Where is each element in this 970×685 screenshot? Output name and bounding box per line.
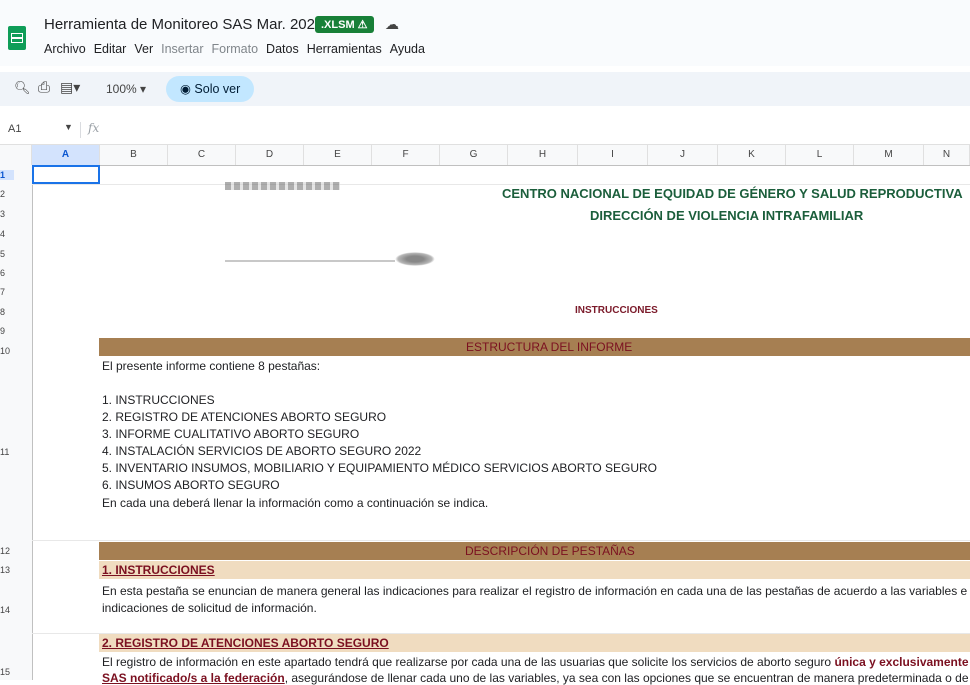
column-header[interactable]: E [304,145,372,165]
row-header[interactable]: 2 [0,189,12,199]
section-title: 2. REGISTRO DE ATENCIONES ABORTO SEGURO [102,636,389,650]
section-text: indicaciones de solicitud de información… [102,601,317,615]
xlsm-badge[interactable]: .XLSM ⚠ [315,16,374,33]
direction-heading: DIRECCIÓN DE VIOLENCIA INTRAFAMILIAR [590,208,864,223]
list-item: 6. INSUMOS ABORTO SEGURO [102,478,280,492]
solo-ver-label: Solo ver [194,82,241,96]
menu-ayuda[interactable]: Ayuda [390,42,425,56]
section-text-bold: SAS notificado/s a la federación [102,671,285,685]
app-header: Herramienta de Monitoreo SAS Mar. 2023 .… [0,0,970,66]
divider [80,122,81,138]
zoom-value: 100% [106,82,137,96]
section-text-bold: única y exclusivamente en el/lo [834,655,970,669]
row-header[interactable]: 4 [0,229,12,239]
column-header[interactable]: G [440,145,508,165]
select-all-corner[interactable] [0,145,32,165]
row-header[interactable]: 8 [0,307,12,317]
section-text: SAS notificado/s a la federación, asegur… [102,671,970,685]
section-registro: 2. REGISTRO DE ATENCIONES ABORTO SEGURO [99,634,970,652]
row-divider [32,184,970,185]
row-header[interactable]: 13 [0,565,12,575]
logo-line [225,260,395,262]
estructura-label: ESTRUCTURA DEL INFORME [466,340,633,354]
row-divider [32,540,970,541]
list-note: En cada una deberá llenar la información… [102,496,489,510]
sheets-logo-icon[interactable] [8,26,26,50]
column-header[interactable]: F [372,145,440,165]
row-header[interactable]: 14 [0,605,12,615]
eye-icon: ◉ [180,82,191,96]
menu-insertar[interactable]: Insertar [161,42,203,56]
menu-datos[interactable]: Datos [266,42,299,56]
column-header[interactable]: D [236,145,304,165]
solo-ver-button[interactable]: ◉ Solo ver [166,76,255,102]
list-item: 2. REGISTRO DE ATENCIONES ABORTO SEGURO [102,410,387,424]
row-header[interactable]: 15 [0,667,12,677]
column-header[interactable]: I [578,145,648,165]
section-text: El registro de información en este apart… [102,655,970,669]
row-header[interactable]: 7 [0,287,12,297]
descripcion-bar: DESCRIPCIÓN DE PESTAÑAS [99,542,970,560]
search-icon[interactable]: 🔍︎ [14,80,31,96]
column-header[interactable]: L [786,145,854,165]
list-item: 4. INSTALACIÓN SERVICIOS DE ABORTO SEGUR… [102,444,422,458]
row-header[interactable]: 5 [0,249,12,259]
menu-herramientas[interactable]: Herramientas [307,42,382,56]
column-header[interactable]: K [718,145,786,165]
salud-logo [225,182,340,190]
menu-archivo[interactable]: Archivo [44,42,86,56]
fx-icon: fx [88,121,100,135]
cell-reference[interactable]: A1 [8,123,21,135]
section-title: 1. INSTRUCCIONES [102,563,215,577]
row-header-column: 1 2 3 4 5 6 7 8 9 10 11 12 13 14 15 [0,165,33,680]
column-header[interactable]: A [32,145,100,165]
list-item: 5. INVENTARIO INSUMOS, MOBILIARIO Y EQUI… [102,461,658,475]
row-header[interactable]: 9 [0,326,12,336]
list-item: 1. INSTRUCCIONES [102,393,215,407]
column-header[interactable]: C [168,145,236,165]
section-text-plain: , asegurándose de llenar cada uno de las… [284,671,970,685]
chevron-down-icon[interactable]: ▼ [64,122,73,132]
column-header[interactable]: B [100,145,168,165]
menu-ver[interactable]: Ver [134,42,153,56]
row-header[interactable]: 1 [0,170,14,180]
zoom-select[interactable]: 100% ▾ [106,82,146,96]
row-header[interactable]: 6 [0,268,12,278]
intro-text: El presente informe contiene 8 pestañas: [102,359,321,373]
column-header[interactable]: H [508,145,578,165]
center-heading: CENTRO NACIONAL DE EQUIDAD DE GÉNERO Y S… [502,186,963,201]
print-icon[interactable]: ⎙ [38,79,50,96]
formula-bar: A1 ▼ fx [0,116,970,145]
row-header[interactable]: 10 [0,346,12,356]
row-header[interactable]: 3 [0,209,12,219]
section-instrucciones: 1. INSTRUCCIONES [99,561,970,579]
menu-bar: Archivo Editar Ver Insertar Formato Dato… [44,42,433,56]
cloud-status-icon[interactable]: ☁ [385,16,399,33]
menu-editar[interactable]: Editar [94,42,127,56]
row-header[interactable]: 11 [0,447,12,457]
section-text-plain: El registro de información en este apart… [102,655,832,669]
document-title[interactable]: Herramienta de Monitoreo SAS Mar. 2023 [44,16,323,33]
list-item: 3. INFORME CUALITATIVO ABORTO SEGURO [102,427,360,441]
column-header[interactable]: J [648,145,718,165]
column-header-row: A B C D E F G H I J K L M N [0,145,970,166]
row-header[interactable]: 12 [0,546,12,556]
instructions-label: INSTRUCCIONES [575,305,658,316]
format-paint-icon[interactable]: ▤▾ [60,79,80,96]
descripcion-label: DESCRIPCIÓN DE PESTAÑAS [465,544,635,558]
estructura-bar: ESTRUCTURA DEL INFORME [99,338,970,356]
column-header[interactable]: N [924,145,970,165]
selected-cell[interactable] [32,165,100,184]
column-header[interactable]: M [854,145,924,165]
section-text: En esta pestaña se enuncian de manera ge… [102,584,968,598]
menu-formato[interactable]: Formato [212,42,259,56]
seal-logo [395,252,435,266]
